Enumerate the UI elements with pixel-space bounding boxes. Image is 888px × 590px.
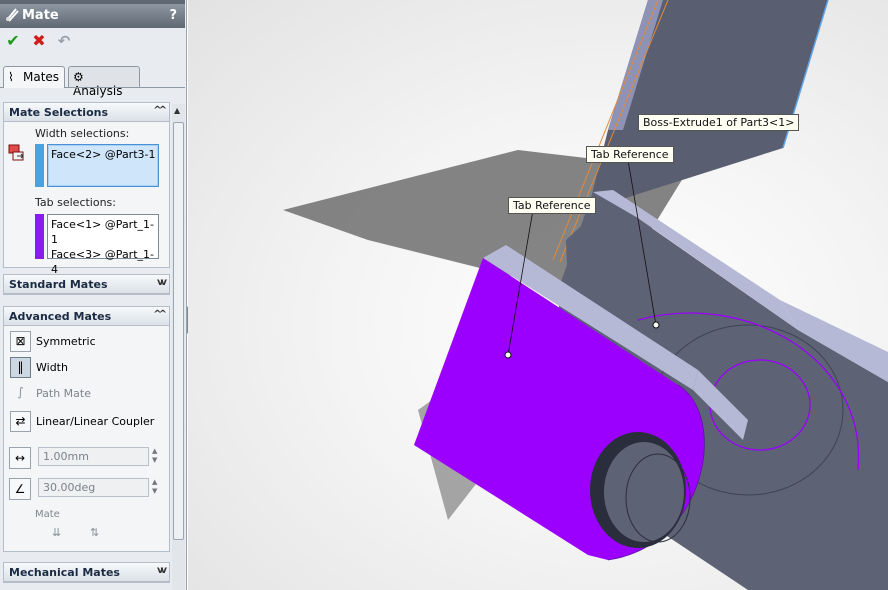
angle-spinner[interactable]: ▲ ▼ [152, 478, 161, 496]
mate-selections-header[interactable]: Mate Selections ^^ [4, 103, 169, 122]
panel-scrollbar[interactable]: ▲ [172, 104, 185, 590]
tab-mates[interactable]: ⌇ Mates [3, 66, 65, 88]
tab-mates-label: Mates [23, 70, 60, 84]
tab-hole-inner [604, 442, 684, 542]
scroll-thumb[interactable] [173, 122, 184, 540]
distance-spinner[interactable]: ▲ ▼ [152, 447, 161, 465]
angle-icon: ∠ [9, 478, 31, 500]
property-manager: Mate ? ✔ ✖ ↶ ⌇ Mates ⚙Analysis Mate Selec… [0, 0, 187, 590]
standard-mates-header[interactable]: Standard Mates vv [4, 275, 169, 294]
mates-tab-icon: ⌇ [8, 70, 14, 84]
mate-selections-title: Mate Selections [9, 106, 109, 119]
scroll-up-arrow[interactable]: ▲ [174, 106, 180, 115]
width-selection-icon [8, 143, 26, 166]
distance-icon: ↔ [9, 447, 31, 469]
symmetric-label: Symmetric [36, 335, 96, 348]
tab-analysis[interactable]: ⚙Analysis [68, 66, 140, 98]
linear-coupler-icon[interactable]: ⇄ [10, 411, 31, 432]
symmetric-icon[interactable]: ⊠ [10, 331, 31, 352]
boss-extrude-callout: Boss-Extrude1 of Part3<1> [638, 114, 800, 131]
mate-icon [4, 7, 20, 27]
expand-chevron-icon[interactable]: vv [157, 565, 167, 576]
width-color-swatch [35, 144, 44, 187]
collapse-chevron-icon[interactable]: ^^ [153, 309, 167, 320]
tab-reference-callout: Tab Reference [508, 197, 596, 214]
aligned-icon: ⇊ [52, 526, 62, 539]
ok-check-icon[interactable]: ✔ [4, 32, 22, 50]
tab-selection-item[interactable]: Face<3> @Part_1-4 [51, 247, 158, 277]
advanced-mates-title: Advanced Mates [9, 310, 112, 323]
mechanical-mates-title: Mechanical Mates [9, 566, 120, 579]
advanced-mates-header[interactable]: Advanced Mates ^^ [4, 307, 169, 326]
path-mate-icon: ∫ [17, 385, 24, 399]
tab-selections-label: Tab selections: [35, 196, 116, 209]
path-mate-option: ∫ Path Mate [8, 383, 168, 405]
standard-mates-group: Standard Mates vv [3, 274, 170, 295]
expand-chevron-icon[interactable]: vv [157, 277, 167, 288]
mechanical-mates-group: Mechanical Mates vv [3, 562, 170, 583]
standard-mates-title: Standard Mates [9, 278, 108, 291]
width-mate-option[interactable]: ‖ Width [8, 357, 168, 379]
panel-title: Mate [22, 8, 59, 23]
tab-selection-item[interactable]: Face<1> @Part_1-1 [51, 217, 158, 247]
undo-icon[interactable]: ↶ [55, 32, 73, 50]
leader-dot-2 [652, 321, 660, 329]
collapse-chevron-icon[interactable]: ^^ [153, 105, 167, 116]
leader-dot-1 [504, 351, 512, 359]
width-selections-list[interactable]: Face<2> @Part3-1 [47, 144, 159, 187]
angle-input[interactable]: 30.00deg [38, 478, 149, 497]
linear-coupler-label: Linear/Linear Coupler [36, 415, 155, 428]
advanced-mates-group: Advanced Mates ^^ ⊠ Symmetric ‖ Width ∫ … [3, 306, 170, 552]
graphics-area[interactable]: Boss-Extrude1 of Part3<1> Tab Reference … [188, 0, 888, 590]
width-label: Width [36, 361, 68, 374]
mate-alignment-label: Mate [35, 509, 60, 520]
title-bar: Mate ? [0, 4, 185, 28]
mechanical-mates-header[interactable]: Mechanical Mates vv [4, 563, 169, 582]
symmetric-mate-option[interactable]: ⊠ Symmetric [8, 331, 168, 353]
anti-aligned-icon: ⇅ [90, 526, 100, 539]
panel-scroll-area: Mate Selections ^^ Width selections: Fac… [0, 100, 172, 590]
tab-color-swatch [35, 214, 44, 259]
width-selections-label: Width selections: [35, 127, 130, 140]
cancel-x-icon[interactable]: ✖ [30, 32, 48, 50]
linear-coupler-option[interactable]: ⇄ Linear/Linear Coupler [8, 411, 168, 433]
analysis-tab-icon: ⚙ [73, 70, 84, 84]
distance-input[interactable]: 1.00mm [38, 447, 149, 466]
width-icon[interactable]: ‖ [10, 357, 31, 378]
tab-reference-callout: Tab Reference [586, 146, 674, 163]
path-mate-label: Path Mate [36, 387, 91, 400]
help-icon[interactable]: ? [169, 8, 177, 23]
tab-selections-list[interactable]: Face<1> @Part_1-1 Face<3> @Part_1-4 [47, 214, 159, 276]
assembly-model [283, 0, 888, 590]
width-selection-item[interactable]: Face<2> @Part3-1 [51, 147, 158, 162]
mate-selections-group: Mate Selections ^^ Width selections: Fac… [3, 102, 170, 276]
